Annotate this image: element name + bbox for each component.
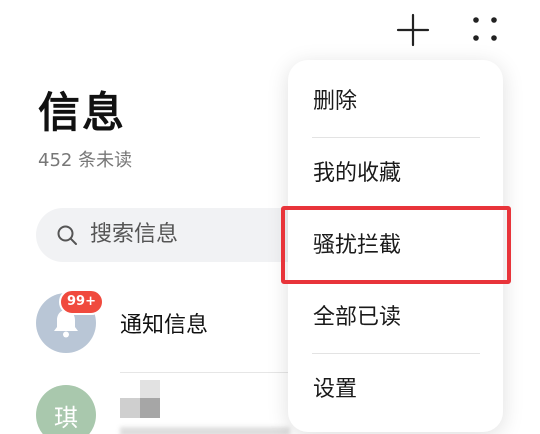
unread-summary: 452 条未读 [38,150,133,171]
search-placeholder: 搜索信息 [90,222,179,247]
avatar[interactable]: 琪 [36,385,96,434]
search-icon [57,225,77,245]
highlight-box [281,206,511,284]
unread-badge: 99+ [59,289,104,315]
menu-item-label: 全部已读 [313,305,402,330]
menu-item-favorites[interactable]: 我的收藏 [288,138,503,210]
menu-item-delete[interactable]: 删除 [288,66,503,138]
conversation-name[interactable]: 通知信息 [120,311,208,341]
more-dots-icon[interactable] [467,11,503,47]
plus-icon[interactable] [395,12,431,48]
menu-item-settings[interactable]: 设置 [288,354,503,426]
menu-item-label: 我的收藏 [313,161,402,186]
avatar-initial: 琪 [54,403,78,432]
messages-screen: 信息 452 条未读 搜索信息 99+ 通知信息 琪 删除 我的收藏 骚扰拦截 … [0,0,540,434]
menu-item-label: 设置 [313,377,358,402]
menu-item-mark-all-read[interactable]: 全部已读 [288,282,503,354]
menu-item-label: 删除 [313,89,358,114]
message-preview-obscured [120,427,290,434]
page-title: 信息 [38,88,127,137]
